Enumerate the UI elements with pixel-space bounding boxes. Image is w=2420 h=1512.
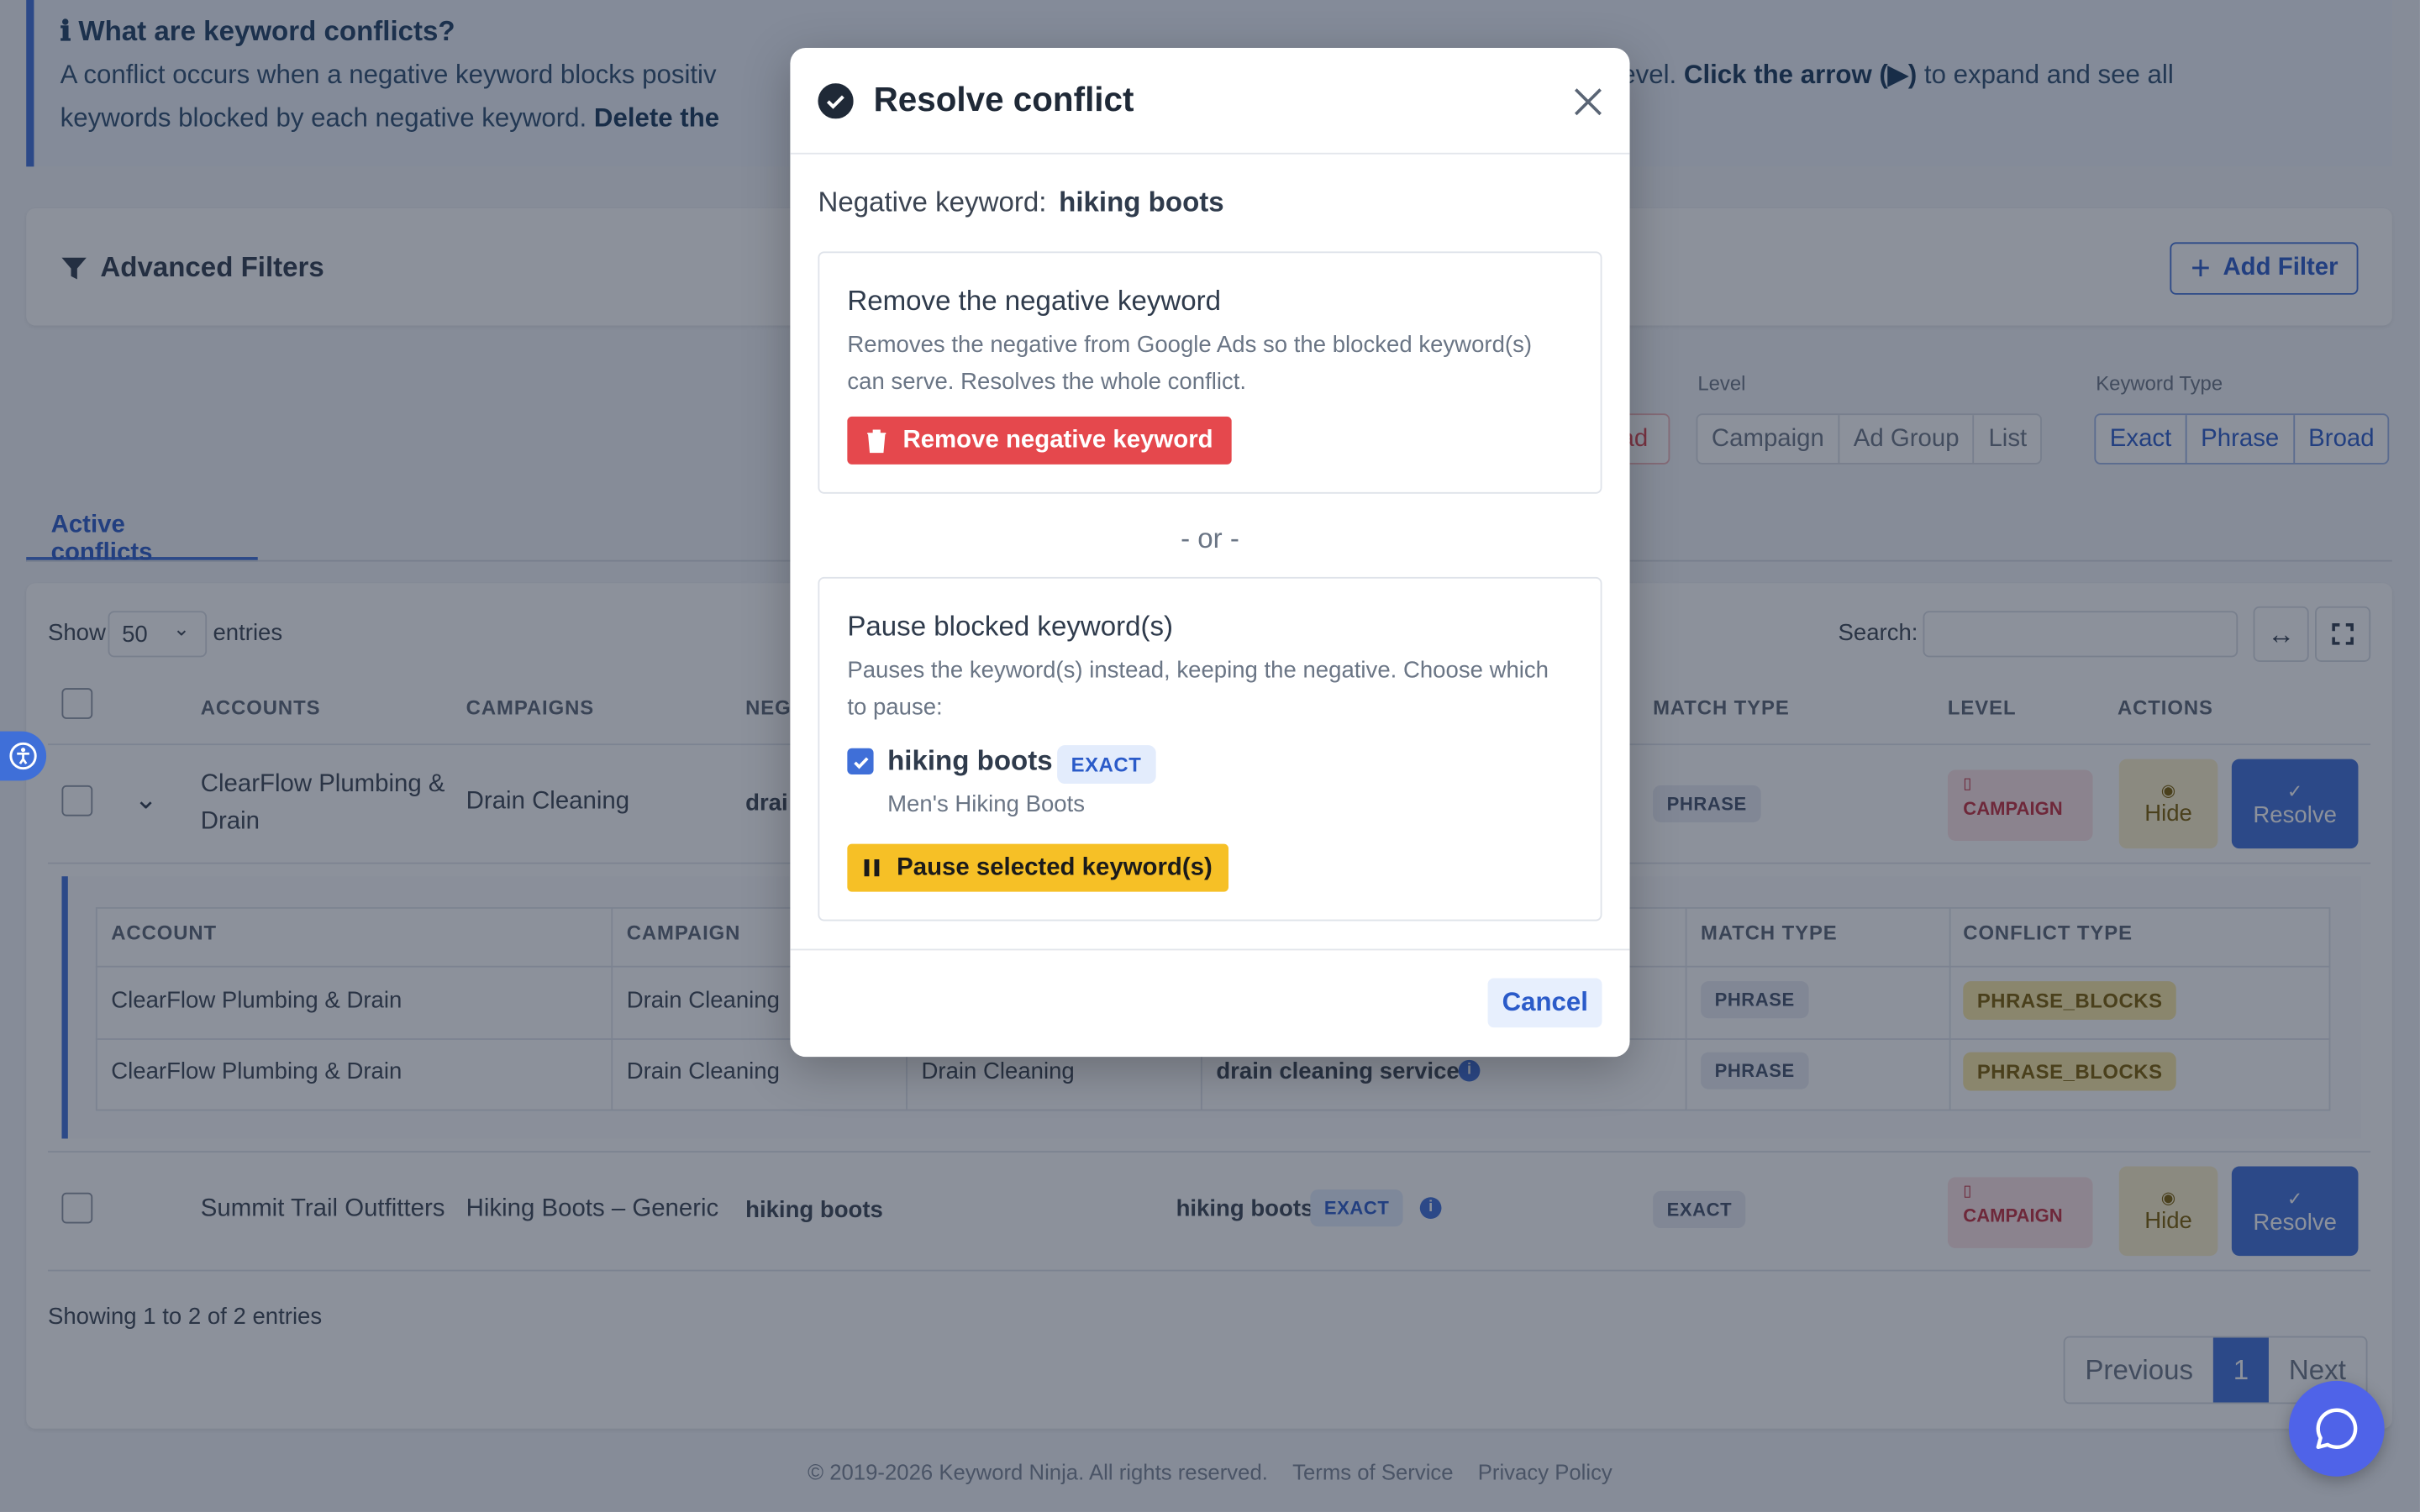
trash-icon bbox=[867, 428, 886, 453]
pause-option-title: Pause blocked keyword(s) bbox=[847, 611, 1174, 643]
resolve-conflict-modal: Resolve conflict Negative keyword: hikin… bbox=[790, 47, 1630, 1058]
remove-negative-button[interactable]: Remove negative keyword bbox=[847, 416, 1232, 465]
checkmark-icon bbox=[853, 756, 868, 769]
pause-option-card: Pause blocked keyword(s) Pauses the keyw… bbox=[818, 576, 1602, 921]
check-circle-icon bbox=[818, 83, 854, 119]
pause-selected-label: Pause selected keyword(s) bbox=[897, 853, 1213, 880]
remove-option-card: Remove the negative keyword Removes the … bbox=[818, 251, 1602, 494]
or-divider: - or - bbox=[1181, 522, 1239, 554]
modal-title: Resolve conflict bbox=[873, 80, 1134, 119]
chat-button[interactable] bbox=[2288, 1380, 2385, 1477]
modal-header: Resolve conflict bbox=[790, 48, 1630, 155]
pause-keyword-adgroup: Men's Hiking Boots bbox=[887, 791, 1086, 818]
remove-option-title: Remove the negative keyword bbox=[847, 285, 1222, 317]
cancel-button[interactable]: Cancel bbox=[1488, 978, 1602, 1028]
close-icon[interactable] bbox=[1571, 85, 1605, 118]
negative-keyword-line: Negative keyword: hiking boots bbox=[818, 186, 1223, 219]
pause-selected-button[interactable]: Pause selected keyword(s) bbox=[847, 843, 1228, 892]
keyword-checkbox[interactable] bbox=[847, 748, 874, 775]
remove-negative-label: Remove negative keyword bbox=[902, 426, 1213, 454]
pause-option-desc: Pauses the keyword(s) instead, keeping t… bbox=[847, 657, 1549, 721]
negative-keyword-label: Negative keyword: bbox=[818, 186, 1047, 218]
pause-keyword-badge-label: EXACT bbox=[1057, 745, 1155, 785]
pause-keyword-badge: EXACT bbox=[1057, 745, 1155, 785]
pause-icon bbox=[864, 859, 880, 877]
pause-keyword-name: hiking boots bbox=[887, 745, 1053, 776]
chat-bubble-icon bbox=[2316, 1408, 2358, 1450]
accessibility-icon bbox=[9, 742, 37, 770]
negative-keyword-value: hiking boots bbox=[1059, 186, 1224, 218]
remove-option-desc: Removes the negative from Google Ads so … bbox=[847, 331, 1533, 396]
page: ℹ What are keyword conflicts? A conflict… bbox=[0, 0, 2420, 1512]
modal-footer-divider bbox=[790, 948, 1630, 951]
